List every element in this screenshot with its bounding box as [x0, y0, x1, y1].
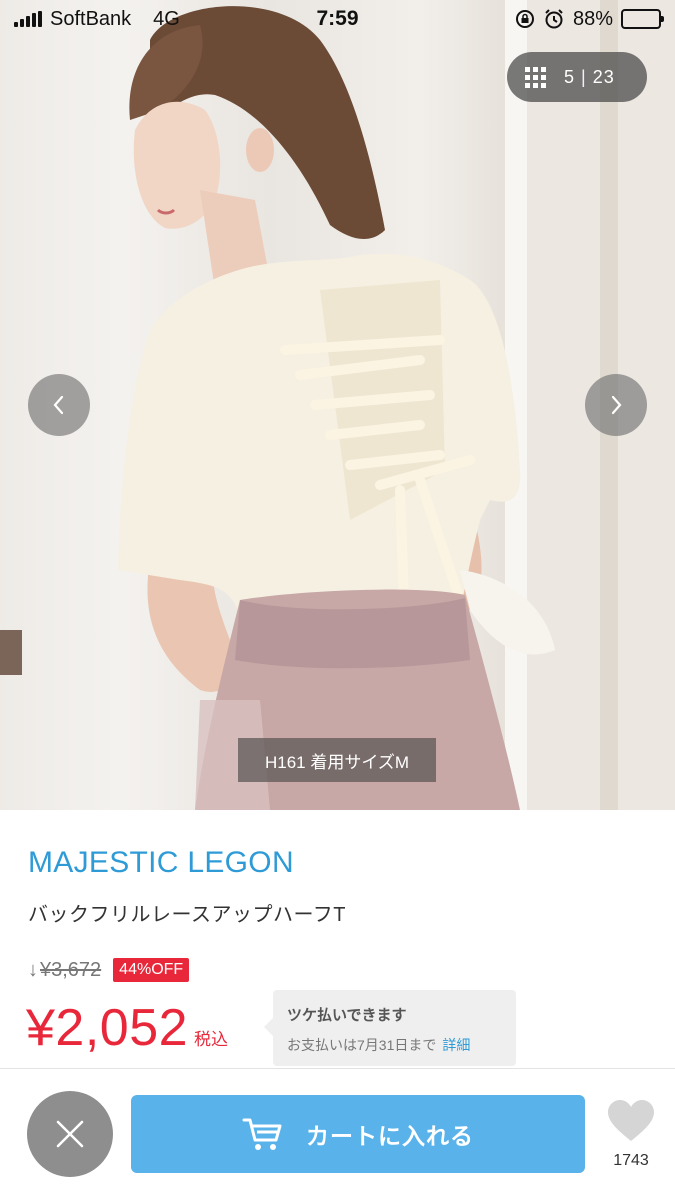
price-row: ¥2,052 税込	[26, 998, 228, 1058]
photo-current: 5	[564, 66, 576, 87]
original-price: ↓ ¥3,672	[28, 959, 101, 982]
model-size-caption: H161 着用サイズM	[238, 738, 436, 782]
original-price-row: ↓ ¥3,672 44%OFF	[28, 958, 190, 982]
next-photo-button[interactable]	[585, 374, 647, 436]
brand-link[interactable]: MAJESTIC LEGON	[28, 846, 294, 880]
chevron-right-icon	[611, 395, 622, 415]
heart-icon	[608, 1100, 654, 1141]
photo-counter: 5 | 23	[564, 66, 615, 87]
deferred-payment-tooltip: ツケ払いできます お支払いは7月31日まで 詳細	[264, 990, 516, 1066]
alarm-icon	[545, 9, 563, 29]
sale-price: ¥2,052	[26, 999, 189, 1057]
deferred-payment-note: お支払いは7月31日まで 詳細	[287, 1035, 504, 1055]
battery-percent: 88%	[572, 7, 613, 30]
signal-strength-icon	[14, 11, 42, 27]
favorite-count: 1743	[613, 1152, 649, 1169]
cart-icon	[242, 1118, 282, 1150]
deferred-payment-title: ツケ払いできます	[287, 1007, 407, 1024]
bottom-action-bar: カートに入れる 1743	[0, 1068, 675, 1200]
network-type: 4G	[153, 7, 180, 30]
add-to-cart-button[interactable]: カートに入れる	[131, 1095, 585, 1173]
discount-badge: 44%OFF	[113, 958, 190, 982]
close-icon	[56, 1120, 84, 1148]
product-photo	[0, 0, 675, 810]
grid-icon	[525, 66, 546, 88]
chevron-left-icon	[53, 395, 64, 415]
original-price-value: ¥3,672	[40, 958, 102, 981]
tax-label: 税込	[194, 1030, 229, 1049]
battery-icon	[621, 9, 664, 29]
close-button[interactable]	[27, 1091, 113, 1177]
product-image-gallery[interactable]: SoftBank 4G 7:59 88% 5 | 23 H161 着用サイズM	[0, 0, 675, 810]
add-to-cart-label: カートに入れる	[306, 1123, 474, 1149]
rotation-lock-icon	[515, 10, 534, 28]
deferred-payment-deadline: お支払いは7月31日まで	[287, 1037, 437, 1053]
carrier-name: SoftBank	[50, 7, 132, 30]
photo-counter-button[interactable]: 5 | 23	[507, 52, 647, 102]
photo-total: 23	[592, 66, 615, 87]
status-bar: SoftBank 4G 7:59 88%	[0, 0, 675, 38]
previous-photo-button[interactable]	[28, 374, 90, 436]
product-info: MAJESTIC LEGON バックフリルレースアップハーフT ↓ ¥3,672 …	[0, 810, 675, 1068]
details-link[interactable]: 詳細	[442, 1037, 470, 1053]
down-arrow-icon: ↓	[28, 958, 38, 981]
favorite-button[interactable]: 1743	[600, 1099, 662, 1170]
product-name: バックフリルレースアップハーフT	[28, 904, 347, 926]
